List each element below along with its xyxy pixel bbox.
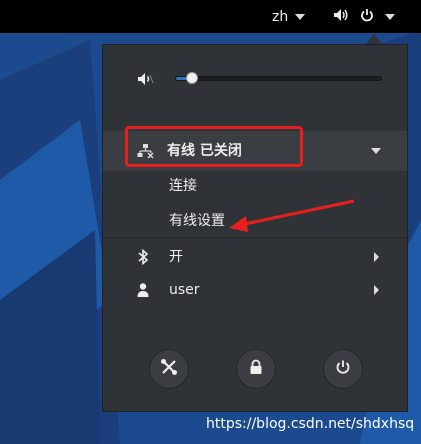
wired-connect-item[interactable]: 连接: [103, 170, 407, 202]
user-item[interactable]: user: [103, 274, 407, 306]
lock-icon: [249, 359, 263, 379]
wired-connect-label: 连接: [169, 178, 197, 194]
volume-slider-knob[interactable]: [186, 72, 198, 84]
settings-button[interactable]: [149, 349, 189, 389]
annotation-highlight-box: [125, 126, 303, 167]
menu-pointer: [366, 34, 382, 44]
bluetooth-label: 开: [169, 249, 183, 265]
volume-slider[interactable]: [175, 72, 382, 84]
chevron-right-icon: [374, 285, 379, 295]
top-bar: zh: [0, 0, 421, 33]
system-menu-button[interactable]: [333, 0, 395, 33]
divider: [103, 237, 407, 238]
watermark: https://blog.csdn.net/shdxhsq: [206, 416, 415, 432]
wired-settings-label: 有线设置: [169, 213, 225, 229]
language-label: zh: [272, 8, 289, 25]
speaker-icon: [333, 8, 349, 26]
chevron-down-icon: [371, 148, 381, 154]
power-icon: [335, 359, 351, 379]
language-indicator[interactable]: zh: [272, 0, 306, 33]
wired-settings-item[interactable]: 有线设置: [103, 205, 407, 237]
bluetooth-item[interactable]: 开: [103, 241, 407, 273]
power-off-button[interactable]: [323, 349, 363, 389]
bluetooth-icon: [137, 248, 149, 269]
chevron-right-icon: [374, 252, 379, 262]
chevron-down-icon: [295, 13, 306, 20]
volume-low-icon: [137, 71, 155, 91]
user-label: user: [169, 282, 200, 298]
lock-button[interactable]: [236, 349, 276, 389]
settings-icon: [160, 358, 178, 380]
user-icon: [137, 282, 149, 302]
power-icon: [360, 8, 374, 26]
system-menu: 有线 已关闭 连接 有线设置 开 user: [102, 44, 408, 412]
chevron-down-icon: [385, 13, 395, 20]
